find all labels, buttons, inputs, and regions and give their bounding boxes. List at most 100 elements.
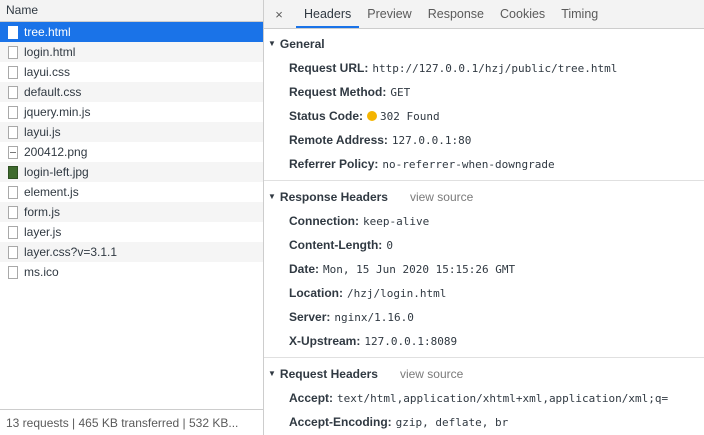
header-key: Date:: [289, 262, 320, 276]
header-key: Location:: [289, 286, 343, 300]
header-value: keep-alive: [363, 215, 430, 228]
jpg-image-icon: [8, 165, 18, 179]
header-value: gzip, deflate, br: [395, 416, 509, 429]
header-row: Referrer Policy: no-referrer-when-downgra…: [264, 152, 704, 176]
file-icon: [8, 245, 18, 259]
request-row[interactable]: layer.css?v=3.1.1: [0, 242, 263, 262]
detail-tabs: × Headers Preview Response Cookies Timin…: [264, 0, 704, 29]
tab-headers[interactable]: Headers: [296, 0, 360, 28]
request-row[interactable]: layui.js: [0, 122, 263, 142]
name-column-header[interactable]: Name: [0, 0, 263, 22]
summary-status-bar: 13 requests | 465 KB transferred | 532 K…: [0, 409, 263, 435]
header-row: Date: Mon, 15 Jun 2020 15:15:26 GMT: [264, 257, 704, 281]
file-icon: [8, 265, 18, 279]
request-row[interactable]: 200412.png: [0, 142, 263, 162]
triangle-down-icon: ▼: [268, 39, 276, 48]
tab-response[interactable]: Response: [420, 0, 492, 28]
request-name: login.html: [24, 45, 76, 59]
request-name: layui.css: [24, 65, 71, 79]
request-row[interactable]: element.js: [0, 182, 263, 202]
header-row: Request Method: GET: [264, 80, 704, 104]
section-title: General: [279, 37, 325, 51]
file-icon: [8, 125, 18, 139]
tab-timing[interactable]: Timing: [553, 0, 606, 28]
status-dot-icon: [367, 111, 378, 121]
header-row: Server: nginx/1.16.0: [264, 305, 704, 329]
request-name: layui.js: [24, 125, 61, 139]
image-icon: [8, 145, 18, 159]
request-name: jquery.min.js: [24, 105, 91, 119]
request-row[interactable]: jquery.min.js: [0, 102, 263, 122]
request-header-rows: Accept: text/html,application/xhtml+xml,a…: [264, 386, 704, 434]
tab-preview[interactable]: Preview: [359, 0, 419, 28]
file-icon: [8, 205, 18, 219]
file-list: tree.html login.html layui.css default.css j…: [0, 22, 263, 282]
request-name: ms.ico: [24, 265, 59, 279]
triangle-down-icon: ▼: [268, 369, 276, 378]
request-name: login-left.jpg: [24, 165, 89, 179]
request-row[interactable]: login-left.jpg: [0, 162, 263, 182]
header-value: 302 Found: [380, 110, 440, 123]
header-key: Referrer Policy:: [289, 157, 379, 171]
file-icon: [8, 25, 18, 39]
request-name: element.js: [24, 185, 79, 199]
header-key: X-Upstream:: [289, 334, 361, 348]
header-value: 127.0.0.1:8089: [364, 335, 458, 348]
header-value: text/html,application/xhtml+xml,applicat…: [337, 392, 669, 405]
request-row[interactable]: ms.ico: [0, 262, 263, 282]
header-row: X-Upstream: 127.0.0.1:8089: [264, 329, 704, 353]
request-headers-section-toggle[interactable]: ▼ Request Headers view source: [264, 362, 704, 386]
file-icon: [8, 105, 18, 119]
request-name: tree.html: [24, 25, 71, 39]
header-key: Request URL:: [289, 61, 369, 75]
header-row: Request URL: http://127.0.0.1/hzj/public/…: [264, 56, 704, 80]
header-value: http://127.0.0.1/hzj/public/tree.html: [372, 62, 618, 75]
view-source-link[interactable]: view source: [400, 362, 463, 386]
header-key: Status Code:: [289, 109, 364, 123]
request-row[interactable]: default.css: [0, 82, 263, 102]
general-rows: Request URL: http://127.0.0.1/hzj/public/…: [264, 56, 704, 176]
request-list-panel: Name tree.html login.html layui.css default…: [0, 0, 264, 435]
response-headers-section-toggle[interactable]: ▼ Response Headers view source: [264, 185, 704, 209]
request-name: form.js: [24, 205, 60, 219]
request-name: layer.js: [24, 225, 62, 239]
divider: [264, 357, 704, 358]
header-key: Connection:: [289, 214, 359, 228]
triangle-down-icon: ▼: [268, 192, 276, 201]
header-value: Mon, 15 Jun 2020 15:15:26 GMT: [323, 263, 516, 276]
view-source-link[interactable]: view source: [410, 185, 473, 209]
headers-panel: × Headers Preview Response Cookies Timin…: [264, 0, 704, 435]
request-name: layer.css?v=3.1.1: [24, 245, 118, 259]
close-icon[interactable]: ×: [272, 7, 286, 22]
header-row: Accept-Encoding: gzip, deflate, br: [264, 410, 704, 434]
header-value: 127.0.0.1:80: [391, 134, 472, 147]
request-row[interactable]: tree.html: [0, 22, 263, 42]
header-row: Location: /hzj/login.html: [264, 281, 704, 305]
request-row[interactable]: login.html: [0, 42, 263, 62]
header-value: nginx/1.16.0: [334, 311, 414, 324]
header-row: Content-Length: 0: [264, 233, 704, 257]
header-row: Accept: text/html,application/xhtml+xml,a…: [264, 386, 704, 410]
divider: [264, 180, 704, 181]
general-section-toggle[interactable]: ▼ General: [264, 32, 704, 56]
file-icon: [8, 85, 18, 99]
header-key: Accept-Encoding:: [289, 415, 392, 429]
header-value: no-referrer-when-downgrade: [382, 158, 555, 171]
header-value: /hzj/login.html: [347, 287, 447, 300]
header-key: Accept:: [289, 391, 334, 405]
request-row[interactable]: layui.css: [0, 62, 263, 82]
request-row[interactable]: layer.js: [0, 222, 263, 242]
header-value: 0: [386, 239, 393, 252]
header-key: Content-Length:: [289, 238, 383, 252]
request-name: default.css: [24, 85, 82, 99]
header-key: Request Method:: [289, 85, 387, 99]
header-value: GET: [390, 86, 411, 99]
header-row: Status Code: 302 Found: [264, 104, 704, 128]
section-title: Response Headers: [279, 190, 388, 204]
request-name: 200412.png: [24, 145, 88, 159]
request-row[interactable]: form.js: [0, 202, 263, 222]
tab-cookies[interactable]: Cookies: [492, 0, 553, 28]
file-icon: [8, 225, 18, 239]
response-header-rows: Connection: keep-alive Content-Length: 0 Dat…: [264, 209, 704, 353]
section-title: Request Headers: [279, 367, 378, 381]
